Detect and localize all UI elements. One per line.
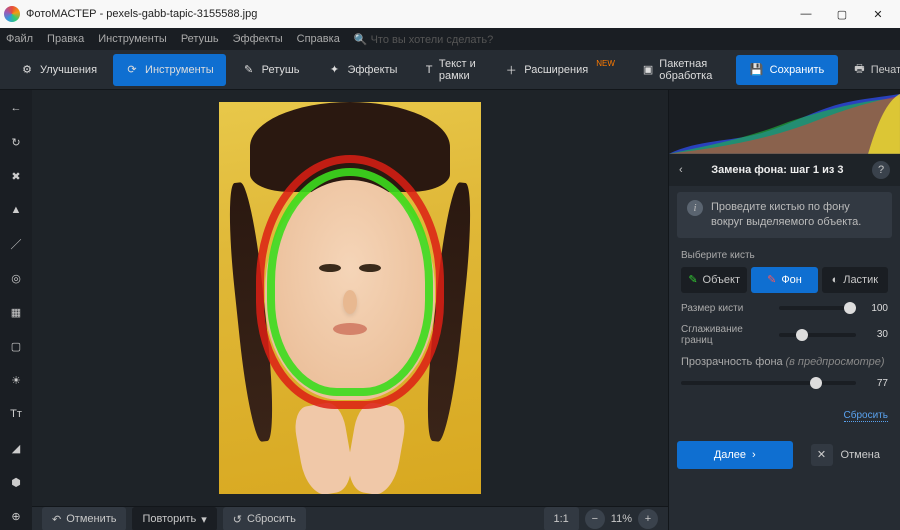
tab-extensions[interactable]: ＋РасширенияNEW (492, 54, 627, 86)
menu-help[interactable]: Справка (297, 33, 340, 45)
text-icon: T (425, 63, 432, 77)
reset-link[interactable]: Сбросить (844, 410, 888, 422)
sun-icon[interactable]: ☀ (6, 370, 26, 390)
save-icon: 💾 (750, 63, 764, 76)
help-button[interactable]: ? (872, 161, 890, 179)
zoom-value: 11% (611, 513, 632, 525)
menu-search[interactable]: 🔍 Что вы хотели сделать? (354, 33, 894, 46)
new-badge: NEW (596, 59, 615, 68)
canvas[interactable] (32, 90, 668, 506)
opacity-value: 77 (864, 378, 888, 389)
edge-value: 30 (864, 329, 888, 340)
chevron-right-icon: › (752, 449, 756, 461)
tab-retouch[interactable]: ✎Ретушь (230, 54, 312, 86)
menu-tools[interactable]: Инструменты (98, 33, 167, 45)
zoom-in-button[interactable]: + (638, 509, 658, 529)
grid-icon[interactable]: ▦ (6, 302, 26, 322)
size-slider[interactable] (779, 306, 856, 310)
menu-file[interactable]: Файл (6, 33, 33, 45)
reset-icon: ↺ (233, 513, 242, 526)
size-label: Размер кисти (681, 303, 771, 314)
redo-button[interactable]: Повторить▾ (132, 507, 216, 530)
brush-object-tab[interactable]: ✎Объект (681, 267, 747, 293)
app-logo-icon (4, 6, 20, 22)
zoom-ratio-button[interactable]: 1:1 (544, 507, 579, 530)
statusbar: ↶Отменить Повторить▾ ↺Сбросить 1:1 − 11%… (32, 506, 668, 530)
brush-eraser-tab[interactable]: ◐Ластик (822, 267, 888, 293)
heal-icon[interactable]: ✖ (6, 166, 26, 186)
close-button[interactable]: ✕ (860, 0, 896, 28)
histogram (669, 90, 900, 154)
back-icon[interactable]: ← (6, 98, 26, 118)
globe-icon[interactable]: ⊕ (6, 506, 26, 526)
crop-icon: ⟳ (125, 63, 139, 77)
tab-effects[interactable]: ✦Эффекты (315, 54, 409, 86)
menu-effects[interactable]: Эффекты (233, 33, 283, 45)
cancel-button[interactable]: ✕Отмена (799, 441, 892, 469)
brush-label: Выберите кисть (681, 250, 888, 261)
menu-edit[interactable]: Правка (47, 33, 84, 45)
rotate-icon[interactable]: ↻ (6, 132, 26, 152)
zoom-out-button[interactable]: − (585, 509, 605, 529)
panel-header: ‹ Замена фона: шаг 1 из 3 ? (669, 154, 900, 186)
info-icon: i (687, 200, 703, 216)
next-button[interactable]: Далее› (677, 441, 793, 469)
tab-tools[interactable]: ⟳Инструменты (113, 54, 226, 86)
sliders-icon: ⚙ (20, 63, 34, 77)
edge-label: Сглаживание границ (681, 324, 771, 346)
undo-button[interactable]: ↶Отменить (42, 507, 126, 530)
brush-bg-tab[interactable]: ✎Фон (751, 267, 817, 293)
save-button[interactable]: 💾Сохранить (736, 55, 838, 85)
menu-retouch[interactable]: Ретушь (181, 33, 219, 45)
opacity-label: Прозрачность фона (в предпросмотре) (681, 356, 885, 368)
chevron-down-icon: ▾ (201, 513, 207, 526)
wand-icon: ✦ (327, 63, 341, 77)
image-preview (219, 102, 481, 494)
menubar: Файл Правка Инструменты Ретушь Эффекты С… (0, 28, 900, 50)
print-button[interactable]: 🖶Печать (842, 55, 900, 85)
panel-title: Замена фона: шаг 1 из 3 (691, 164, 864, 176)
left-toolbar: ← ↻ ✖ ▲ ／ ◎ ▦ ▢ ☀ Tᴛ ◢ ⬢ ⊕ (0, 90, 32, 530)
shape-icon[interactable]: ⬢ (6, 472, 26, 492)
window-title: ФотоМАСТЕР - pexels-gabb-tapic-3155588.j… (26, 8, 788, 20)
right-panel: ‹ Замена фона: шаг 1 из 3 ? i Проведите … (668, 90, 900, 530)
vignette-icon[interactable]: ▢ (6, 336, 26, 356)
radial-icon[interactable]: ◎ (6, 268, 26, 288)
close-icon: ✕ (811, 444, 833, 466)
bg-brush-icon: ✎ (767, 273, 776, 286)
reset-button[interactable]: ↺Сбросить (223, 507, 306, 530)
titlebar: ФотоМАСТЕР - pexels-gabb-tapic-3155588.j… (0, 0, 900, 28)
undo-icon: ↶ (52, 513, 61, 526)
hint-box: i Проведите кистью по фону вокруг выделя… (677, 192, 892, 238)
eraser-icon: ◐ (832, 274, 839, 286)
tab-batch[interactable]: ▣Пакетная обработка (631, 54, 728, 86)
object-brush-icon: ✎ (688, 273, 697, 286)
text-tool-icon[interactable]: Tᴛ (6, 404, 26, 424)
opacity-slider[interactable] (681, 381, 856, 385)
main-toolbar: ⚙Улучшения ⟳Инструменты ✎Ретушь ✦Эффекты… (0, 50, 900, 90)
print-icon: 🖶 (854, 60, 864, 79)
fill-icon[interactable]: ◢ (6, 438, 26, 458)
brush-icon: ✎ (242, 63, 256, 77)
plus-icon: ＋ (504, 63, 518, 77)
minimize-button[interactable]: — (788, 0, 824, 28)
stack-icon: ▣ (643, 63, 653, 77)
object-selection-outline (267, 168, 433, 396)
stamp-icon[interactable]: ▲ (6, 200, 26, 220)
tab-text[interactable]: TТекст и рамки (413, 54, 488, 86)
size-value: 100 (864, 303, 888, 314)
brush-tool-icon[interactable]: ／ (6, 234, 26, 254)
tab-enhance[interactable]: ⚙Улучшения (8, 54, 109, 86)
maximize-button[interactable]: ▢ (824, 0, 860, 28)
edge-slider[interactable] (779, 333, 856, 337)
panel-back-button[interactable]: ‹ (679, 164, 683, 176)
